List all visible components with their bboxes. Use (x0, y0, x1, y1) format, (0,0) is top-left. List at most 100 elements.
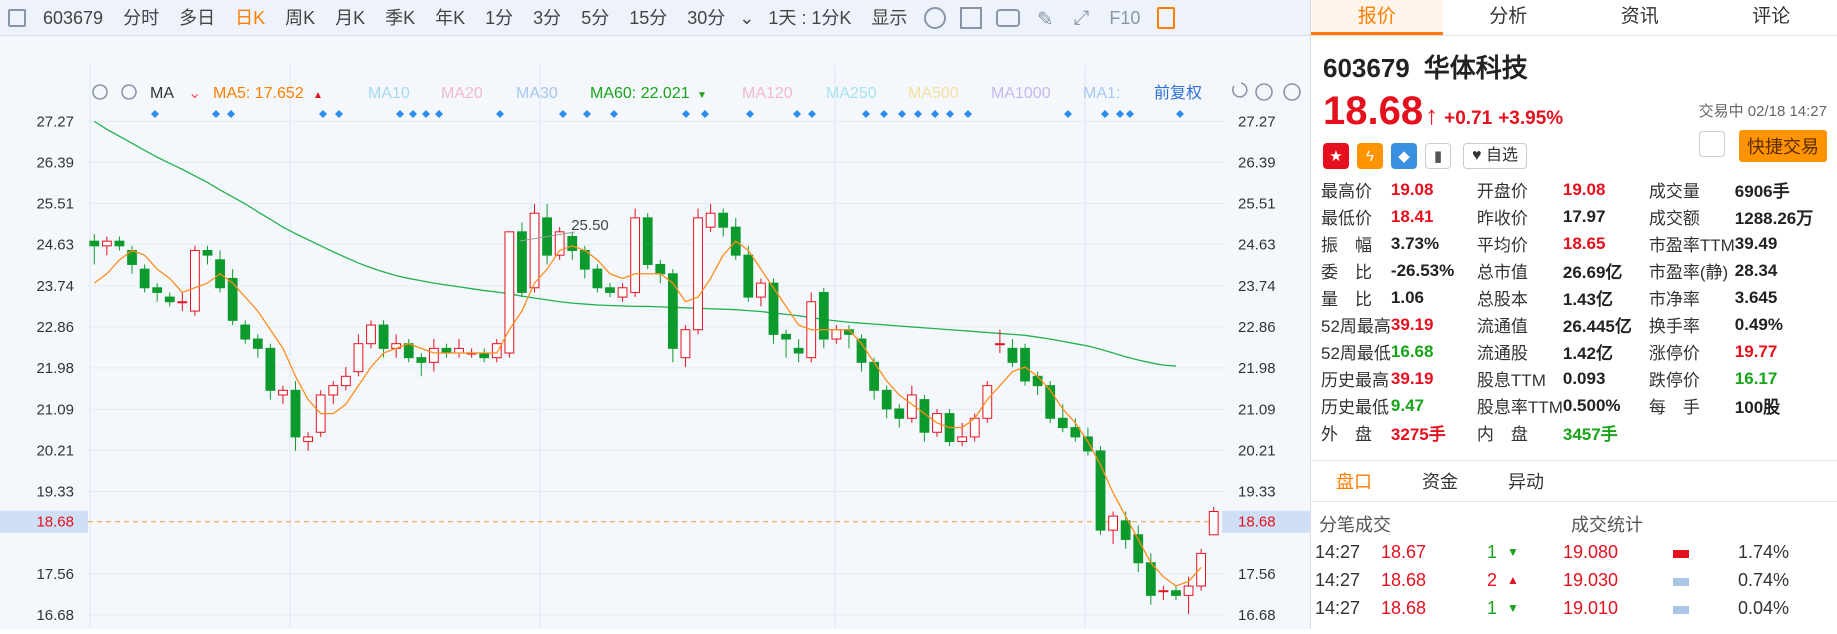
event-marker-icon[interactable] (1176, 110, 1184, 118)
event-marker-icon[interactable] (583, 110, 591, 118)
detail-tab-0[interactable]: 盘口 (1311, 461, 1397, 501)
display-menu[interactable]: 显示 (861, 0, 917, 36)
event-marker-icon[interactable] (914, 110, 922, 118)
event-marker-icon[interactable] (496, 110, 504, 118)
candle-body (90, 241, 99, 246)
period-10[interactable]: 15分 (619, 0, 677, 36)
tick-time: 14:27 (1311, 570, 1377, 591)
quote-tab-0[interactable]: 报价 (1311, 0, 1443, 35)
event-marker-icon[interactable] (1126, 110, 1134, 118)
y-axis-right-label: 27.27 (1238, 113, 1276, 130)
event-marker-icon[interactable] (610, 110, 618, 118)
sidebar-toggle-icon[interactable] (8, 9, 26, 27)
quote-row: 52周最高39.19流通值26.445亿换手率0.49% (1321, 311, 1813, 338)
ma-settings-gear-icon[interactable] (93, 85, 107, 99)
event-marker-icon[interactable] (1101, 110, 1109, 118)
alert-bell-icon[interactable] (1699, 131, 1725, 157)
quote-tab-1[interactable]: 分析 (1443, 0, 1575, 35)
zoom-in-icon[interactable] (1284, 84, 1300, 100)
flash-icon[interactable]: ϟ (1357, 143, 1383, 169)
y-axis-left-label: 26.39 (36, 154, 74, 171)
tick-price: 18.67 (1377, 542, 1487, 563)
event-marker-icon[interactable] (880, 110, 888, 118)
period-6[interactable]: 年K (425, 0, 475, 36)
camera-icon[interactable] (996, 9, 1020, 27)
period-4[interactable]: 月K (325, 0, 375, 36)
event-marker-icon[interactable] (422, 110, 430, 118)
event-marker-icon[interactable] (227, 110, 235, 118)
event-marker-icon[interactable] (964, 110, 972, 118)
period-2[interactable]: 日K (225, 0, 275, 36)
event-marker-icon[interactable] (808, 110, 816, 118)
event-marker-icon[interactable] (931, 110, 939, 118)
period-8[interactable]: 3分 (523, 0, 571, 36)
detail-tab-2[interactable]: 异动 (1483, 461, 1569, 501)
ma-close-icon[interactable] (122, 85, 136, 99)
zoom-out-icon[interactable] (1256, 84, 1272, 100)
event-marker-icon[interactable] (335, 110, 343, 118)
settings-gear-icon[interactable] (924, 7, 946, 29)
side-panel-icon[interactable] (1157, 7, 1175, 29)
y-axis-right-label: 23.74 (1238, 278, 1276, 295)
quote-row: 最低价18.41昨收价17.97成交额1288.26万 (1321, 203, 1813, 230)
tag-icon[interactable]: ◆ (1391, 143, 1417, 169)
event-marker-icon[interactable] (409, 110, 417, 118)
detail-tab-1[interactable]: 资金 (1397, 461, 1483, 501)
y-axis-right-label: 24.63 (1238, 236, 1276, 253)
event-marker-icon[interactable] (898, 110, 906, 118)
stat-bar (1673, 598, 1723, 619)
candle-body (832, 330, 841, 339)
f10-button[interactable]: F10 (1099, 0, 1150, 36)
event-marker-icon[interactable] (746, 110, 754, 118)
fullscreen-icon[interactable]: ⤢ (1070, 7, 1092, 29)
period-9[interactable]: 5分 (571, 0, 619, 36)
period-7[interactable]: 1分 (475, 0, 523, 36)
event-marker-icon[interactable] (151, 110, 159, 118)
bookmark-icon[interactable]: ▮ (1425, 143, 1451, 169)
kline-svg[interactable]: 27.2727.2726.3926.3925.5125.5124.6324.63… (0, 36, 1310, 629)
event-marker-icon[interactable] (319, 110, 327, 118)
candle-body (191, 250, 200, 311)
event-marker-icon[interactable] (701, 110, 709, 118)
quick-trade-button[interactable]: 快捷交易 (1739, 130, 1827, 162)
event-marker-icon[interactable] (682, 110, 690, 118)
event-marker-icon[interactable] (1116, 110, 1124, 118)
add-watchlist-button[interactable]: ♥ 自选 (1463, 143, 1527, 169)
event-marker-icon[interactable] (435, 110, 443, 118)
quote-value: 3275手 (1391, 419, 1477, 446)
triangle-down-icon: ▼ (1507, 545, 1563, 559)
kline-chart-area[interactable]: 27.2727.2726.3926.3925.5125.5124.6324.63… (0, 36, 1310, 629)
candle-body (492, 344, 501, 358)
period-3[interactable]: 周K (275, 0, 325, 36)
event-marker-icon[interactable] (559, 110, 567, 118)
event-marker-icon[interactable] (212, 110, 220, 118)
period-0[interactable]: 分时 (113, 0, 169, 36)
y-axis-right-label: 21.09 (1238, 401, 1276, 418)
event-marker-icon[interactable] (793, 110, 801, 118)
quote-tab-2[interactable]: 资讯 (1574, 0, 1706, 35)
quote-label: 成交额 (1649, 203, 1735, 230)
quote-row: 量 比1.06总股本1.43亿市净率3.645 (1321, 284, 1813, 311)
candle-body (1084, 437, 1093, 451)
china-flag-icon[interactable]: ★ (1323, 143, 1349, 169)
period-1[interactable]: 多日 (169, 0, 225, 36)
quote-tab-3[interactable]: 评论 (1706, 0, 1837, 35)
event-marker-icon[interactable] (862, 110, 870, 118)
event-marker-icon[interactable] (946, 110, 954, 118)
undo-icon[interactable] (1233, 83, 1247, 97)
quote-label: 历史最低 (1321, 392, 1391, 419)
quote-row: 委 比-26.53%总市值26.69亿市盈率(静)28.34 (1321, 257, 1813, 284)
event-marker-icon[interactable] (396, 110, 404, 118)
square-select-icon[interactable] (960, 7, 982, 29)
period-dropdown-chevron[interactable]: ⌄ (735, 0, 758, 36)
quote-label: 最高价 (1321, 176, 1391, 203)
pencil-draw-icon[interactable]: ✎ (1034, 7, 1056, 29)
stock-name: 华体科技 (1424, 53, 1528, 83)
period-5[interactable]: 季K (375, 0, 425, 36)
range-select[interactable]: 1天 : 1分K (758, 0, 861, 36)
candle-body (1121, 521, 1130, 540)
event-marker-icon[interactable] (1064, 110, 1072, 118)
quote-value: 16.68 (1391, 338, 1477, 365)
period-11[interactable]: 30分 (677, 0, 735, 36)
high-annotation: 25.50 (571, 217, 609, 234)
